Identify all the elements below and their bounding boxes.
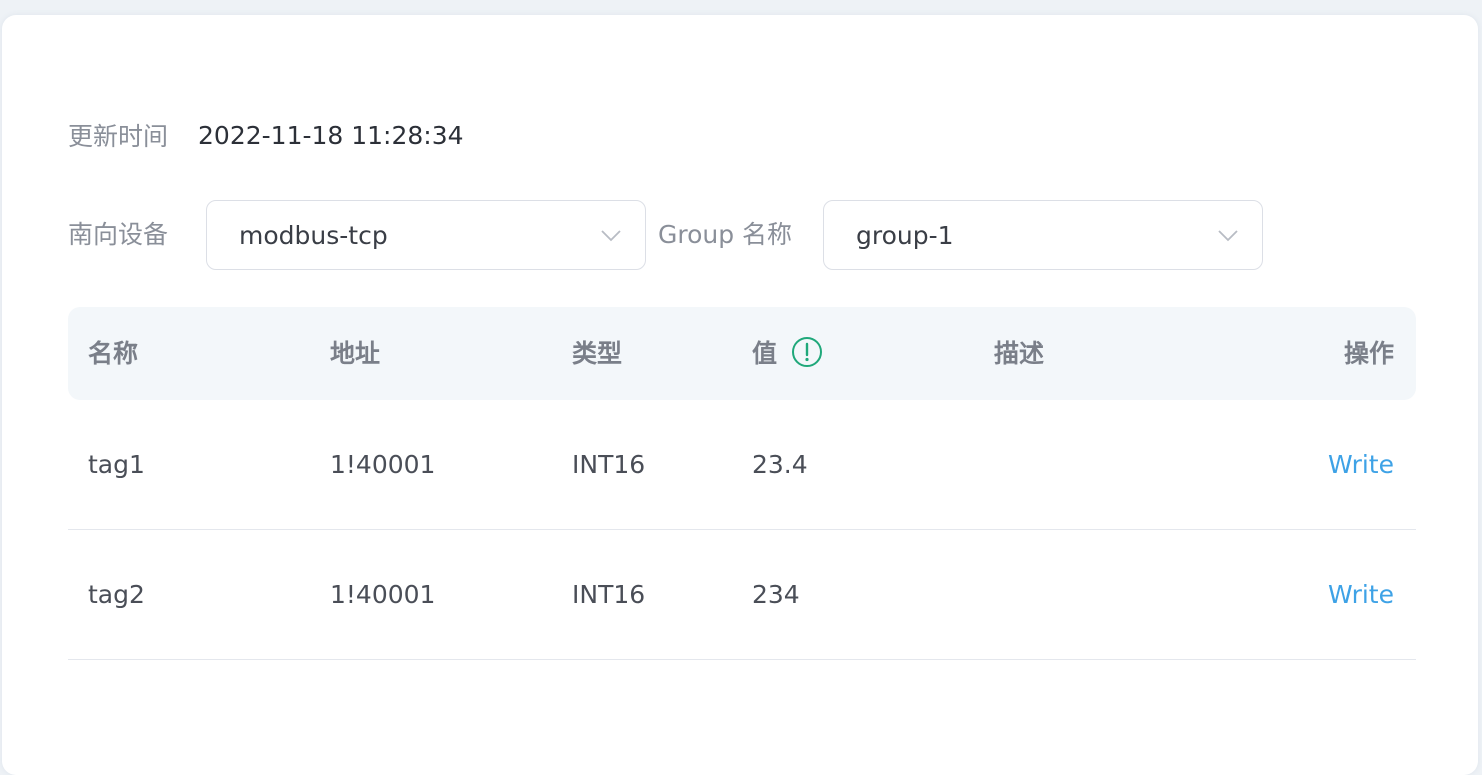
cell-value: 234 xyxy=(752,580,800,609)
data-monitoring-panel: 更新时间 2022-11-18 11:28:34 南向设备 modbus-tcp… xyxy=(2,15,1478,775)
table-row: tag2 1!40001 INT16 234 Write xyxy=(68,530,1416,660)
header-action: 操作 xyxy=(1343,339,1394,368)
header-address: 地址 xyxy=(330,339,381,368)
write-button[interactable]: Write xyxy=(1328,400,1394,530)
header-description: 描述 xyxy=(994,339,1045,368)
cell-name: tag1 xyxy=(88,450,145,479)
device-label: 南向设备 xyxy=(68,220,169,249)
write-button[interactable]: Write xyxy=(1328,530,1394,660)
group-select-value: group-1 xyxy=(856,220,954,250)
chevron-down-icon xyxy=(601,230,621,242)
update-time-value: 2022-11-18 11:28:34 xyxy=(198,120,464,150)
cell-type: INT16 xyxy=(572,450,646,479)
header-type: 类型 xyxy=(572,339,623,368)
group-label: Group 名称 xyxy=(658,220,793,249)
device-select-value: modbus-tcp xyxy=(239,220,388,250)
header-value-cell: 值 xyxy=(752,307,823,400)
cell-address: 1!40001 xyxy=(330,580,436,609)
chevron-down-icon xyxy=(1218,230,1238,242)
tag-table: 名称 地址 类型 值 描述 操作 tag1 1!40001 INT16 23.4… xyxy=(68,307,1416,660)
cell-address: 1!40001 xyxy=(330,450,436,479)
table-header: 名称 地址 类型 值 描述 操作 xyxy=(68,307,1416,400)
cell-value: 23.4 xyxy=(752,450,808,479)
header-name: 名称 xyxy=(88,339,139,368)
update-time-label: 更新时间 xyxy=(68,122,169,151)
device-select[interactable]: modbus-tcp xyxy=(206,200,646,270)
group-select[interactable]: group-1 xyxy=(823,200,1263,270)
update-time-row: 更新时间 2022-11-18 11:28:34 xyxy=(68,115,464,155)
cell-type: INT16 xyxy=(572,580,646,609)
table-row: tag1 1!40001 INT16 23.4 Write xyxy=(68,400,1416,530)
header-value: 值 xyxy=(752,339,778,368)
info-circle-icon[interactable] xyxy=(791,336,823,368)
cell-name: tag2 xyxy=(88,580,145,609)
